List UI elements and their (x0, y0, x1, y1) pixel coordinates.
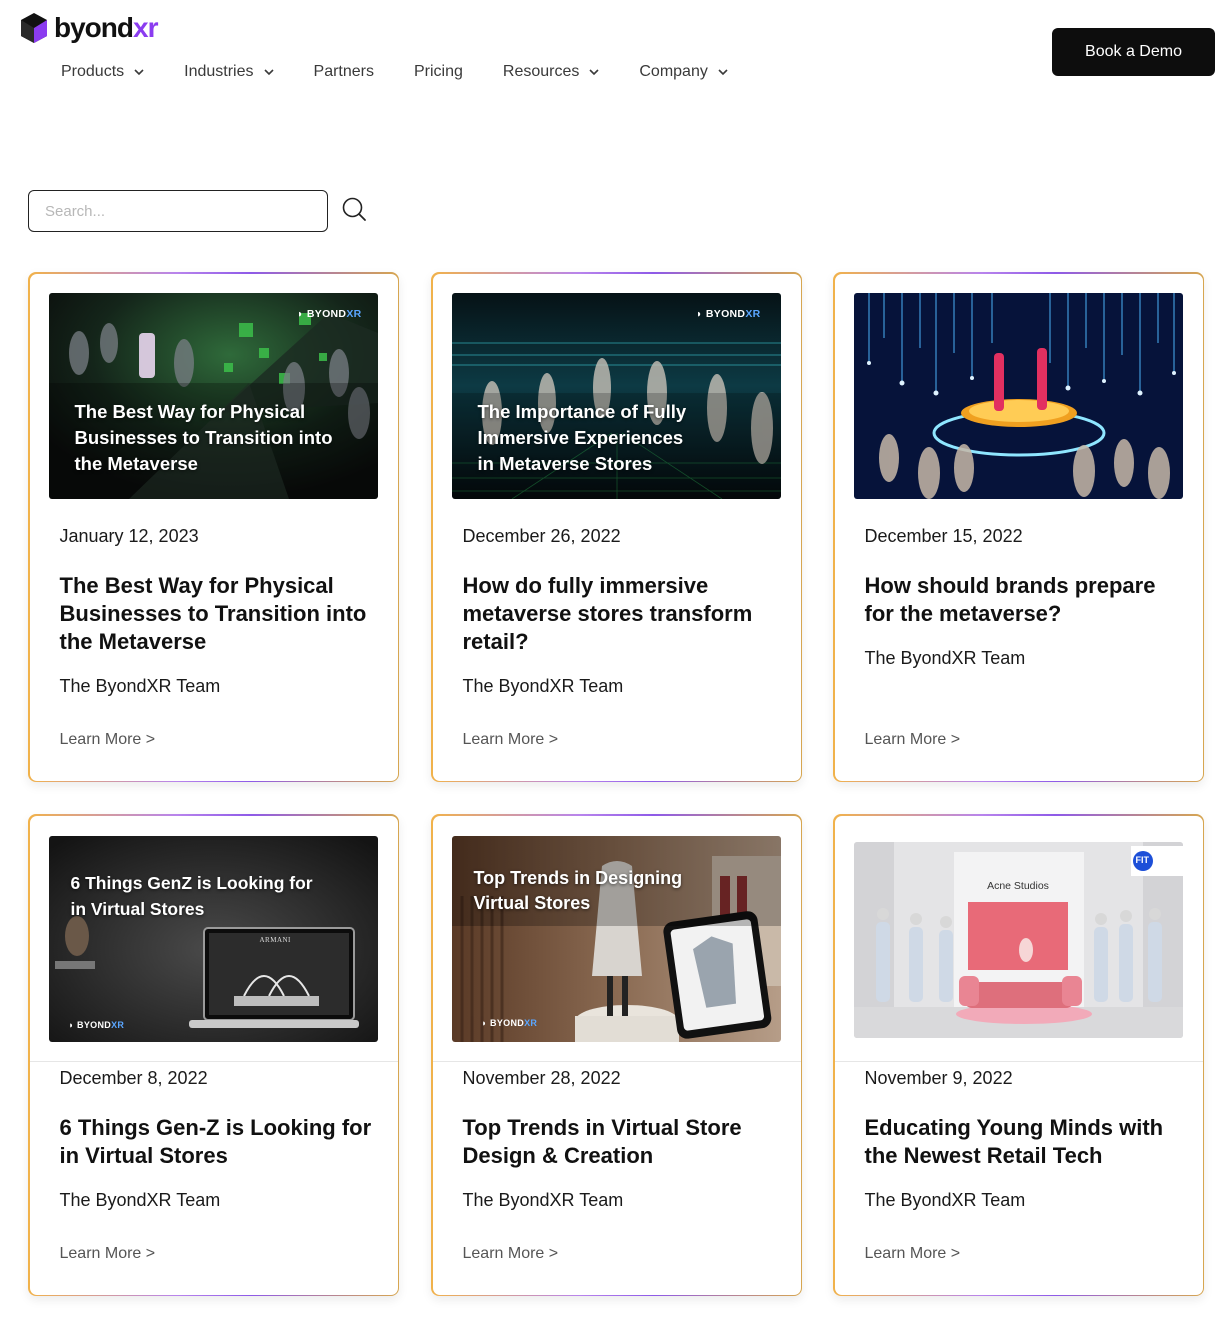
thumb-brand-label: ◗ BYONDXR (696, 307, 761, 320)
thumb-brand-xr: XR (524, 1017, 538, 1028)
thumb-title: 6 Things GenZ is Looking for in Virtual … (71, 870, 313, 922)
thumb-title-line: in Metaverse Stores (477, 452, 653, 474)
post-author: The ByondXR Team (864, 647, 1026, 668)
nav-partners-label: Partners (313, 63, 374, 80)
post-date: December 26, 2022 (462, 525, 621, 546)
nav-pricing-label: Pricing (413, 63, 463, 80)
post-title[interactable]: How should brands prepare for the metave… (865, 572, 1180, 628)
thumb-brand-label: ◗ BYONDXR (481, 1017, 538, 1028)
thumb-title-line: Virtual Stores (473, 892, 591, 913)
thumb-title-line: Top Trends in Designing (473, 867, 683, 888)
post-thumbnail[interactable]: ◗ BYONDXR The Importance of Fully Immers… (451, 292, 781, 499)
thumb-brand-text: BYOND (490, 1017, 525, 1028)
metaverse-stage-image (853, 292, 1183, 499)
nav-partners[interactable]: Partners (314, 60, 374, 84)
post-author: The ByondXR Team (462, 675, 624, 696)
thumb-brand-label: ◗ BYONDXR (297, 307, 362, 320)
learn-more-link[interactable]: Learn More > (865, 1245, 961, 1263)
blog-card[interactable]: ◗ BYONDXR The Importance of Fully Immers… (431, 272, 802, 782)
post-thumbnail[interactable]: FIT Acne Studios (853, 841, 1183, 1038)
chevron-down-icon (589, 69, 599, 76)
acne-studios-store-image (853, 841, 1183, 1038)
search-icon[interactable] (341, 196, 367, 222)
nav-company-label: Company (639, 63, 708, 80)
nav-pricing[interactable]: Pricing (414, 60, 463, 84)
thumb-title-line: in Virtual Stores (70, 898, 205, 919)
thumb-title: Top Trends in Designing Virtual Stores (474, 866, 683, 916)
post-thumbnail[interactable]: ARMANI ◗ BYONDXR 6 Things GenZ is Lookin… (48, 835, 378, 1042)
nav-products-label: Products (61, 63, 125, 80)
blog-card[interactable]: FIT Acne Studios November 9, 2022 Educat… (833, 814, 1204, 1296)
nav-resources-label: Resources (502, 63, 580, 80)
blog-card[interactable]: ◗ BYONDXR Top Trends in Designing Virtua… (431, 814, 802, 1296)
nav-resources[interactable]: Resources (503, 60, 600, 84)
search-input[interactable] (28, 190, 328, 232)
brand-wordmark: byondxr (54, 12, 158, 44)
post-author: The ByondXR Team (59, 675, 221, 696)
blog-card[interactable]: December 15, 2022 How should brands prep… (833, 272, 1204, 782)
learn-more-link[interactable]: Learn More > (865, 731, 961, 749)
thumb-brand-text: BYOND (705, 307, 746, 320)
post-title[interactable]: The Best Way for Physical Businesses to … (60, 572, 375, 656)
thumb-title: The Best Way for Physical Businesses to … (75, 399, 333, 477)
fit-badge: FIT (1135, 854, 1150, 865)
learn-more-link[interactable]: Learn More > (463, 1245, 559, 1263)
blog-card[interactable]: ARMANI ◗ BYONDXR 6 Things GenZ is Lookin… (28, 814, 399, 1296)
thumb-brand-xr: XR (346, 307, 362, 320)
post-thumbnail[interactable]: ◗ BYONDXR Top Trends in Designing Virtua… (451, 835, 781, 1042)
post-date: December 15, 2022 (864, 525, 1023, 546)
learn-more-link[interactable]: Learn More > (463, 731, 559, 749)
post-title[interactable]: How do fully immersive metaverse stores … (463, 572, 778, 656)
post-date: November 9, 2022 (864, 1067, 1013, 1088)
post-title[interactable]: Top Trends in Virtual Store Design & Cre… (463, 1114, 778, 1170)
thumb-title-line: The Best Way for Physical (74, 400, 306, 422)
post-title[interactable]: 6 Things Gen-Z is Looking for in Virtual… (60, 1114, 375, 1170)
post-author: The ByondXR Team (59, 1189, 221, 1210)
thumb-title-line: Businesses to Transition into (74, 426, 333, 448)
nav-company[interactable]: Company (639, 60, 728, 84)
virtual-store-laptop-image (48, 835, 378, 1042)
laptop-screen-brand: ARMANI (259, 935, 291, 944)
book-demo-button[interactable]: Book a Demo (1052, 28, 1215, 76)
thumb-brand-xr: XR (111, 1019, 125, 1030)
nav-industries-label: Industries (184, 63, 254, 80)
main-nav: Products Industries Partners Pricing Res… (61, 60, 729, 84)
logo-cube-icon (21, 13, 47, 43)
post-date: November 28, 2022 (462, 1067, 621, 1088)
post-date: January 12, 2023 (59, 525, 199, 546)
chevron-down-icon (263, 69, 274, 76)
thumb-title: The Importance of Fully Immersive Experi… (478, 399, 687, 477)
brand-logo[interactable]: byondxr (20, 12, 158, 44)
blog-card[interactable]: ◗ BYONDXR The Best Way for Physical Busi… (28, 272, 399, 782)
brand-name-part2: xr (133, 12, 158, 43)
chevron-down-icon (134, 69, 144, 76)
nav-industries[interactable]: Industries (184, 60, 274, 84)
thumb-title-line: the Metaverse (74, 452, 198, 474)
store-name-label: Acne Studios (987, 879, 1049, 892)
thumb-title-line: Immersive Experiences (477, 426, 684, 448)
post-thumbnail[interactable] (853, 292, 1183, 499)
learn-more-link[interactable]: Learn More > (60, 731, 156, 749)
post-thumbnail[interactable]: ◗ BYONDXR The Best Way for Physical Busi… (48, 292, 378, 499)
thumb-brand-xr: XR (745, 307, 761, 320)
post-title[interactable]: Educating Young Minds with the Newest Re… (865, 1114, 1180, 1170)
thumb-brand-text: BYOND (77, 1019, 112, 1030)
learn-more-link[interactable]: Learn More > (60, 1245, 156, 1263)
thumb-title-line: 6 Things GenZ is Looking for (70, 872, 313, 893)
thumb-brand-text: BYOND (306, 307, 347, 320)
chevron-down-icon (718, 69, 728, 76)
brand-name-part1: byond (54, 12, 134, 43)
post-author: The ByondXR Team (462, 1189, 624, 1210)
thumb-brand-label: ◗ BYONDXR (68, 1019, 125, 1030)
thumb-title-line: The Importance of Fully (477, 400, 687, 422)
post-date: December 8, 2022 (59, 1067, 208, 1088)
nav-products[interactable]: Products (61, 60, 145, 84)
post-author: The ByondXR Team (864, 1189, 1026, 1210)
